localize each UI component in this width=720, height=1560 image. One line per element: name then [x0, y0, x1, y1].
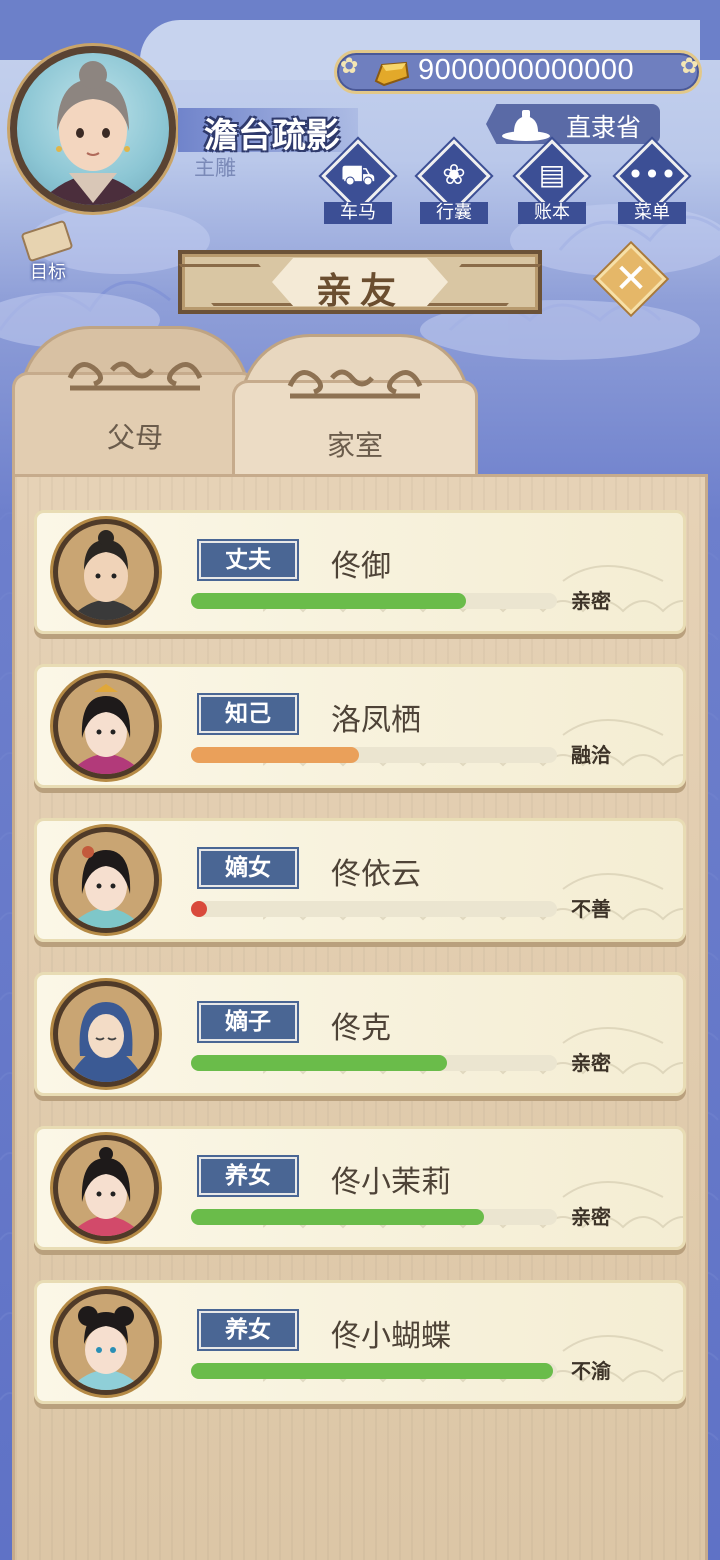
carriage-icon: ⛟	[340, 158, 376, 191]
wave-pattern	[263, 873, 683, 921]
cloud-swirl-icon	[67, 361, 203, 391]
bamboo-left-icon: ✿	[340, 54, 359, 79]
avatar	[53, 673, 159, 779]
avatar	[53, 1135, 159, 1241]
menu-ledger-button[interactable]: ▤ 账本	[512, 139, 592, 226]
affinity-status: 亲密	[571, 1205, 611, 1229]
role-tag: 养女	[199, 1311, 297, 1349]
menu-more-button[interactable]: ••• 菜单	[612, 139, 692, 226]
relative-name: 佟小茉莉	[331, 1165, 451, 1200]
relative-name: 佟小蝴蝶	[331, 1319, 451, 1354]
affinity-bar	[191, 1363, 557, 1379]
wave-pattern	[263, 1335, 683, 1383]
menu-carriage-button[interactable]: ⛟ 车马	[318, 139, 398, 226]
menu-bundle-button[interactable]: ❀ 行囊	[414, 139, 494, 226]
role-tag: 养女	[199, 1157, 297, 1195]
avatar	[53, 981, 159, 1087]
affinity-status: 不渝	[571, 1359, 611, 1383]
relative-card[interactable]: 丈夫 佟御 亲密	[34, 510, 686, 634]
ledger-icon: ▤	[538, 158, 566, 191]
player-avatar[interactable]	[10, 46, 176, 212]
affinity-bar-fill	[191, 901, 207, 917]
province-label: 直隶省	[566, 113, 642, 142]
relative-card[interactable]: 知己 洛凤栖 融洽	[34, 664, 686, 788]
more-icon: •••	[627, 158, 677, 191]
affinity-bar-fill	[191, 747, 359, 763]
scroll-icon	[20, 219, 74, 263]
relative-card[interactable]: 嫡子 佟克 亲密	[34, 972, 686, 1096]
page-title: 亲友	[315, 271, 404, 312]
player-title: 主雕	[194, 156, 236, 180]
role-tag: 嫡女	[199, 849, 297, 887]
role-tag: 嫡子	[199, 1003, 297, 1041]
role-tag: 丈夫	[199, 541, 297, 579]
currency-value: 9000000000000	[418, 54, 635, 86]
affinity-status: 不善	[571, 897, 611, 921]
relative-card[interactable]: 养女 佟小茉莉 亲密	[34, 1126, 686, 1250]
cloud-swirl-icon	[287, 369, 423, 399]
player-portrait-icon	[37, 61, 149, 205]
wave-pattern	[263, 1181, 683, 1229]
affinity-status: 亲密	[571, 589, 611, 613]
relative-card[interactable]: 嫡女 佟依云 不善	[34, 818, 686, 942]
affinity-bar-fill	[191, 1209, 484, 1225]
wave-pattern	[263, 565, 683, 613]
relative-name: 佟克	[331, 1011, 391, 1046]
affinity-bar	[191, 747, 557, 763]
affinity-status: 亲密	[571, 1051, 611, 1075]
bundle-icon: ❀	[442, 158, 466, 191]
avatar	[53, 827, 159, 933]
relative-card[interactable]: 养女 佟小蝴蝶 不渝	[34, 1280, 686, 1404]
bamboo-right-icon: ✿	[680, 54, 699, 79]
affinity-bar	[191, 901, 557, 917]
seal-stamp-icon	[502, 110, 550, 141]
wave-pattern	[263, 719, 683, 767]
tab-household[interactable]: 家室	[232, 334, 478, 494]
affinity-bar	[191, 1055, 557, 1071]
tab-parents[interactable]: 父母	[12, 326, 258, 486]
avatar	[53, 1289, 159, 1395]
avatar	[53, 519, 159, 625]
affinity-bar	[191, 1209, 557, 1225]
relative-name: 洛凤栖	[331, 703, 421, 738]
gold-ingot-icon	[374, 61, 410, 87]
relative-name: 佟御	[331, 549, 391, 584]
close-icon[interactable]: ✕	[606, 254, 656, 304]
wave-pattern	[263, 1027, 683, 1075]
affinity-bar-fill	[191, 1363, 553, 1379]
affinity-bar	[191, 593, 557, 609]
affinity-status: 融洽	[571, 743, 611, 767]
affinity-bar-fill	[191, 1055, 447, 1071]
goal-button[interactable]: 目标	[12, 219, 84, 284]
affinity-bar-fill	[191, 593, 466, 609]
relative-name: 佟依云	[331, 857, 421, 892]
role-tag: 知己	[199, 695, 297, 733]
